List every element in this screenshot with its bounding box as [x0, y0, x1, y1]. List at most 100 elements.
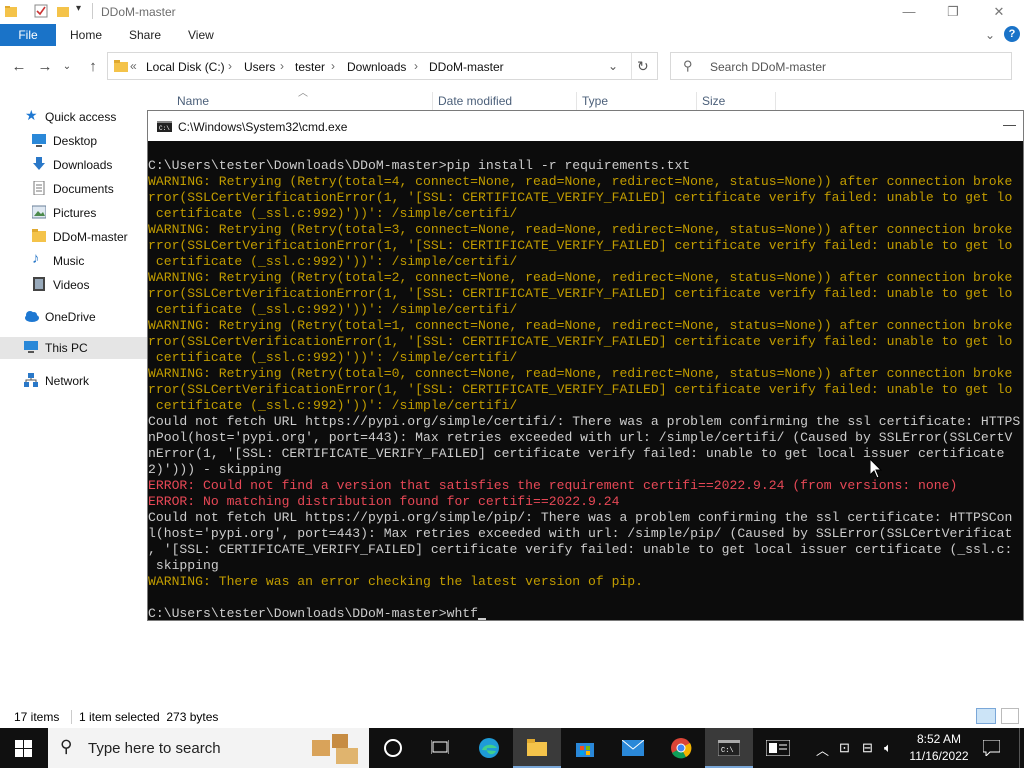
breadcrumb-tester[interactable]: tester: [295, 60, 325, 74]
column-divider[interactable]: [576, 92, 577, 110]
cmd-output[interactable]: C:\Users\tester\Downloads\DDoM-master>pi…: [148, 158, 1023, 620]
sidebar-item-documents[interactable]: Documents: [0, 178, 147, 200]
refresh-icon[interactable]: ↻: [637, 58, 649, 75]
breadcrumb-overflow-icon[interactable]: «: [130, 59, 137, 73]
sidebar-item-this-pc[interactable]: This PC: [0, 337, 147, 359]
volume-icon[interactable]: 🔈︎: [884, 740, 892, 756]
window-title: DDoM-master: [101, 5, 176, 19]
help-icon[interactable]: ?: [1004, 26, 1020, 42]
breadcrumb-separator-icon[interactable]: ›: [414, 59, 418, 73]
column-date-modified[interactable]: Date modified: [438, 94, 512, 108]
cmd-line: WARNING: Retrying (Retry(total=3, connec…: [148, 222, 1013, 237]
title-divider: [92, 3, 93, 19]
sidebar-item-videos[interactable]: Videos: [0, 274, 147, 296]
taskbar-cortana[interactable]: [369, 728, 417, 768]
tab-file[interactable]: File: [0, 24, 56, 46]
column-divider[interactable]: [432, 92, 433, 110]
sidebar-item-onedrive[interactable]: OneDrive: [0, 306, 147, 328]
taskbar: ⚲ Type here to search C:\ ︿ ⊡ ⊟ 🔈︎ 8:52 …: [0, 728, 1024, 768]
videos-icon: [33, 277, 45, 291]
tab-view[interactable]: View: [188, 28, 214, 42]
forward-arrow-icon[interactable]: →: [36, 58, 54, 76]
cmd-line: nError(1, '[SSL: CERTIFICATE_VERIFY_FAIL…: [148, 446, 1005, 461]
cmd-line: C:\Users\tester\Downloads\DDoM-master>pi…: [148, 158, 691, 173]
text-cursor: [478, 618, 487, 620]
taskbar-cmd[interactable]: C:\: [705, 728, 753, 768]
mail-icon: [622, 740, 644, 756]
back-arrow-icon[interactable]: ←: [10, 58, 28, 76]
cmd-line: nPool(host='pypi.org', port=443): Max re…: [148, 430, 1013, 445]
cmd-line: WARNING: Retrying (Retry(total=0, connec…: [148, 366, 1013, 381]
taskbar-clock[interactable]: 8:52 AM 11/16/2022: [904, 731, 974, 765]
address-divider: [631, 53, 632, 79]
taskbar-file-explorer[interactable]: [513, 728, 561, 768]
edge-icon: [479, 738, 499, 758]
properties-icon[interactable]: [34, 4, 48, 18]
expand-ribbon-chevron-icon[interactable]: ⌄: [985, 28, 995, 42]
sidebar-item-music[interactable]: ♪ Music: [0, 250, 147, 272]
tab-home[interactable]: Home: [70, 28, 102, 42]
breadcrumb-users[interactable]: Users: [244, 60, 275, 74]
windows-start-icon[interactable]: [15, 740, 32, 757]
show-desktop-button[interactable]: [1019, 728, 1020, 768]
column-name[interactable]: Name: [177, 94, 209, 108]
sidebar-item-label: Desktop: [53, 134, 98, 148]
music-icon: ♪: [32, 250, 40, 267]
sidebar-item-network[interactable]: Network: [0, 370, 147, 392]
sidebar-item-quick-access[interactable]: ★ Quick access: [0, 106, 147, 128]
selection-info: 1 item selected 273 bytes: [79, 710, 219, 724]
pc-icon: [24, 341, 38, 353]
sort-ascending-icon: ︿: [298, 88, 308, 99]
sidebar-item-downloads[interactable]: Downloads: [0, 154, 147, 176]
breadcrumb-downloads[interactable]: Downloads: [347, 60, 406, 74]
network-tray-icon[interactable]: ⊟: [862, 740, 873, 756]
details-view-icon[interactable]: [976, 708, 996, 724]
documents-icon: [33, 181, 45, 195]
show-hidden-icons-chevron-icon[interactable]: ︿: [816, 740, 829, 759]
taskbar-app[interactable]: [753, 728, 801, 768]
large-icons-view-icon[interactable]: [1001, 708, 1019, 724]
column-size[interactable]: Size: [702, 94, 725, 108]
recent-locations-chevron-icon[interactable]: ⌄: [58, 58, 76, 76]
tab-share[interactable]: Share: [129, 28, 161, 42]
breadcrumb-local-disk[interactable]: Local Disk (C:): [146, 60, 225, 74]
sidebar-item-label: Pictures: [53, 206, 97, 220]
customize-qa-chevron-icon[interactable]: ▾: [76, 3, 90, 17]
taskbar-mail[interactable]: [609, 728, 657, 768]
taskbar-edge[interactable]: [465, 728, 513, 768]
sidebar-item-pictures[interactable]: Pictures: [0, 202, 147, 224]
maximize-button[interactable]: ❐: [941, 2, 965, 22]
column-type[interactable]: Type: [582, 94, 608, 108]
action-center-icon[interactable]: [983, 740, 1000, 756]
sidebar-item-desktop[interactable]: Desktop: [0, 130, 147, 152]
cmd-titlebar[interactable]: C:\ C:\Windows\System32\cmd.exe —: [148, 111, 1023, 141]
close-button[interactable]: ✕: [987, 2, 1011, 22]
breadcrumb-separator-icon[interactable]: ›: [331, 59, 335, 73]
minimize-button[interactable]: —: [897, 2, 921, 22]
webcam-icon[interactable]: ⊡: [839, 740, 850, 756]
address-history-chevron-icon[interactable]: ⌄: [608, 59, 618, 73]
new-folder-icon[interactable]: [56, 4, 70, 18]
cmd-line: certificate (_ssl.c:992)'))': /simple/ce…: [148, 254, 518, 269]
breadcrumb-ddom-master[interactable]: DDoM-master: [429, 60, 504, 74]
star-icon: ★: [25, 107, 38, 123]
taskbar-task-view[interactable]: [417, 728, 465, 768]
column-divider[interactable]: [775, 92, 776, 110]
cmd-window[interactable]: C:\ C:\Windows\System32\cmd.exe — C:\Use…: [147, 110, 1024, 621]
breadcrumb-separator-icon[interactable]: ›: [280, 59, 284, 73]
search-box[interactable]: ⚲ Search DDoM-master: [670, 52, 1012, 80]
column-divider[interactable]: [696, 92, 697, 110]
cmd-prompt-line[interactable]: C:\Users\tester\Downloads\DDoM-master>wh…: [148, 606, 1023, 620]
cmd-minimize-button[interactable]: —: [1003, 117, 1016, 132]
taskbar-chrome[interactable]: [657, 728, 705, 768]
taskbar-search-box[interactable]: ⚲ Type here to search: [48, 728, 369, 768]
up-arrow-icon[interactable]: ↑: [84, 58, 102, 76]
svg-text:C:\: C:\: [159, 125, 170, 132]
taskbar-store[interactable]: [561, 728, 609, 768]
sidebar-item-label: Videos: [53, 278, 90, 292]
address-bar[interactable]: « Local Disk (C:) › Users › tester › Dow…: [107, 52, 658, 80]
status-bar: 17 items 1 item selected 273 bytes: [0, 706, 1024, 728]
breadcrumb-separator-icon[interactable]: ›: [228, 59, 232, 73]
sidebar-item-ddom-master[interactable]: DDoM-master: [0, 226, 147, 248]
cmd-typed-input[interactable]: whtf: [447, 606, 478, 620]
